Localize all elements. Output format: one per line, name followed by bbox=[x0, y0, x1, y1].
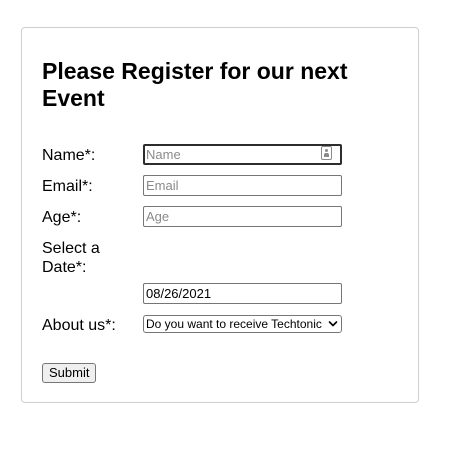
age-label: Age*: bbox=[42, 209, 82, 226]
email-input[interactable] bbox=[143, 175, 342, 196]
contact-card-body-icon bbox=[324, 153, 329, 157]
about-label: About us*: bbox=[42, 317, 116, 334]
name-label: Name*: bbox=[42, 147, 96, 164]
contact-card-icon[interactable] bbox=[321, 146, 332, 160]
contact-card-head-icon bbox=[325, 149, 328, 152]
submit-button[interactable]: Submit bbox=[42, 363, 97, 383]
date-input[interactable]: 08/26/2021 bbox=[143, 283, 342, 304]
name-input[interactable] bbox=[143, 144, 342, 165]
chevron-down-icon bbox=[328, 321, 338, 327]
registration-card: Please Register for our next Event Name*… bbox=[21, 27, 419, 403]
about-us-selected-value: Do you want to receive Techtonic updates… bbox=[146, 317, 326, 331]
date-label: Select a Date*: bbox=[42, 240, 100, 276]
age-input[interactable] bbox=[143, 206, 342, 227]
page-title: Please Register for our next Event bbox=[42, 58, 348, 111]
email-label: Email*: bbox=[42, 178, 93, 195]
about-us-select[interactable]: Do you want to receive Techtonic updates… bbox=[143, 315, 342, 333]
date-value: 08/26/2021 bbox=[146, 286, 212, 301]
